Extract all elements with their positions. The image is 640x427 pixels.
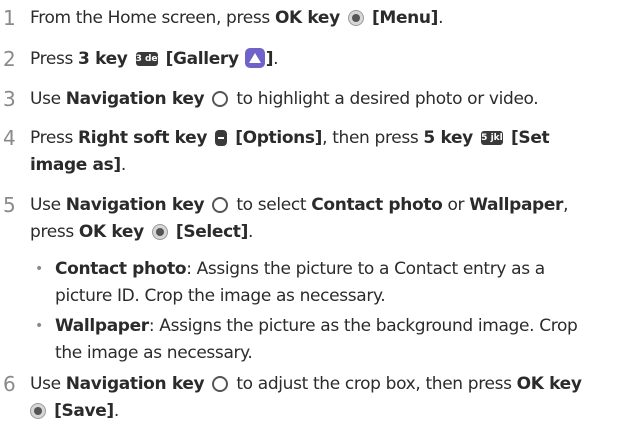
right-soft-key-icon	[215, 130, 228, 146]
5-key-icon: 5 jkl	[480, 131, 503, 145]
3-key-icon: 3 def	[135, 52, 162, 66]
navigation-key-icon	[212, 376, 229, 392]
navigation-key-icon	[212, 197, 229, 213]
step-4: 4 Press Right soft key [Options], then p…	[3, 126, 550, 175]
ok-key-icon	[30, 403, 46, 419]
instruction-page: 1 From the Home screen, press OK key [Me…	[0, 0, 640, 427]
step-number: 4	[3, 126, 16, 150]
step-number: 1	[3, 6, 16, 30]
step-number: 6	[3, 372, 16, 396]
step-1: 1 From the Home screen, press OK key [Me…	[3, 6, 444, 30]
bullet-marker: •	[35, 318, 43, 334]
step-number: 5	[3, 193, 16, 217]
step-2: 2 Press 3 key 3 def [Gallery ].	[3, 47, 279, 71]
step-6: 6 Use Navigation key to adjust the crop …	[3, 372, 582, 421]
step-5: 5 Use Navigation key to select Contact p…	[3, 193, 569, 242]
navigation-key-icon	[212, 91, 229, 107]
gallery-app-icon	[244, 48, 265, 68]
bullet-contact-photo: • Contact photo: Assigns the picture to …	[0, 256, 636, 310]
step-3: 3 Use Navigation key to highlight a desi…	[3, 87, 539, 111]
bullet-wallpaper: • Wallpaper: Assigns the picture as the …	[0, 313, 636, 367]
ok-key-icon	[347, 10, 364, 26]
step-number: 2	[3, 47, 16, 71]
bullet-marker: •	[35, 261, 43, 277]
step-number: 3	[3, 87, 16, 111]
ok-key-icon	[151, 224, 168, 240]
